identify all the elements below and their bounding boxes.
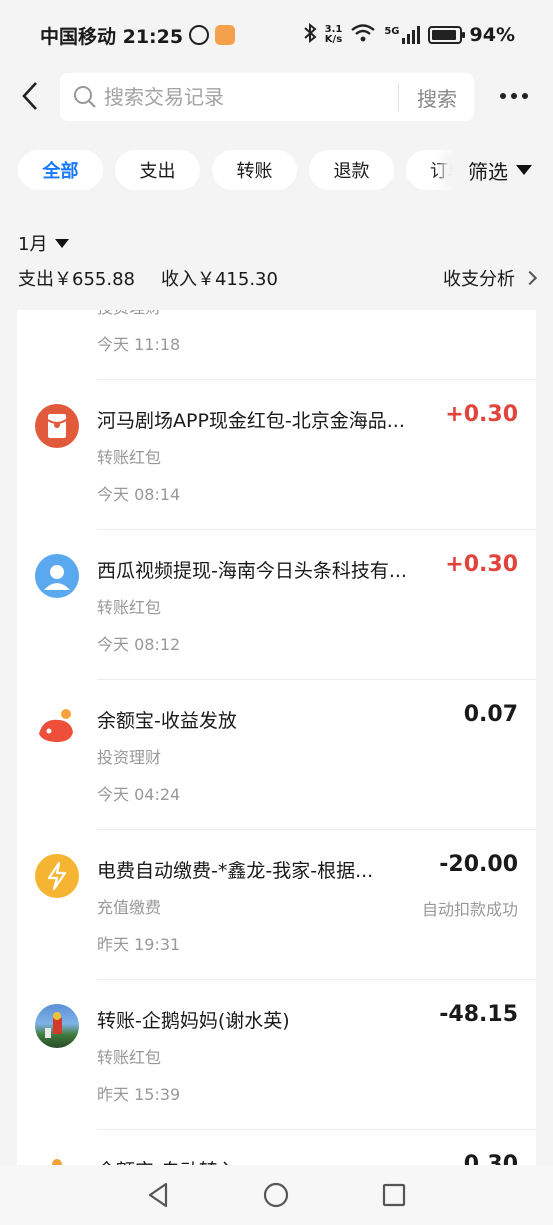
chevron-right-icon <box>522 270 538 286</box>
search-button[interactable]: 搜索 <box>399 83 474 112</box>
photo-avatar-icon <box>35 1004 79 1048</box>
chip-refund[interactable]: 退款 <box>309 150 394 190</box>
wifi-icon <box>350 23 376 48</box>
transaction-time: 昨天 15:39 <box>97 1085 181 1104</box>
search-header: 搜索 <box>0 70 553 124</box>
transaction-time: 今天 08:12 <box>97 635 181 654</box>
transaction-row[interactable]: 河马剧场APP现金红包-北京金海品... +0.30 转账红包 今天 08:14 <box>17 380 536 530</box>
transaction-category: 转账红包 <box>97 598 162 617</box>
transaction-amount: +0.30 <box>445 552 518 577</box>
month-selector[interactable]: 1月 <box>18 230 70 256</box>
transaction-category: 投资理财 <box>97 748 162 767</box>
dot-icon <box>511 93 517 99</box>
yuebao-icon <box>35 704 79 748</box>
notification-icon <box>189 25 210 45</box>
chip-transfer[interactable]: 转账 <box>212 150 297 190</box>
transaction-title: 西瓜视频提现-海南今日头条科技有... <box>97 560 407 582</box>
analysis-link[interactable]: 收支分析 <box>443 265 538 291</box>
nav-home-button[interactable] <box>263 1182 289 1208</box>
transaction-time: 今天 08:14 <box>97 485 181 504</box>
transaction-category: 充值缴费 <box>97 898 162 917</box>
chip-all[interactable]: 全部 <box>18 150 103 190</box>
signal-icon: 5G <box>384 26 420 44</box>
system-nav-bar <box>0 1165 553 1225</box>
filter-chips: 全部 支出 转账 退款 订单 筛选 <box>0 150 553 192</box>
lightning-icon <box>35 854 79 898</box>
more-options-button[interactable] <box>500 84 536 108</box>
transaction-list: 投资理财 今天 11:18 河马剧场APP现金红包-北京金海品... +0.30… <box>17 310 536 1166</box>
transaction-time: 昨天 19:31 <box>97 935 181 954</box>
transaction-amount: -48.15 <box>439 1002 518 1027</box>
transaction-title: 余额宝-收益发放 <box>97 710 237 732</box>
transaction-amount: -20.00 <box>439 852 518 877</box>
chevron-left-icon <box>22 82 37 110</box>
square-recents-icon <box>382 1183 406 1207</box>
chip-expense[interactable]: 支出 <box>115 150 200 190</box>
transaction-category: 转账红包 <box>97 448 162 467</box>
person-icon <box>35 554 79 598</box>
network-speed: 3.1 K/s <box>324 24 343 45</box>
transaction-amount: 0.07 <box>463 702 518 727</box>
nav-back-button[interactable] <box>145 1182 171 1208</box>
month-label: 1月 <box>18 234 48 255</box>
battery-icon <box>427 26 465 44</box>
transaction-row[interactable]: 转账-企鹅妈妈(谢水英) -48.15 转账红包 昨天 15:39 <box>17 980 536 1130</box>
transaction-status-note: 自动扣款成功 <box>421 900 518 919</box>
transaction-amount: +0.30 <box>445 402 518 427</box>
transaction-category: 转账红包 <box>97 1048 162 1067</box>
monthly-summary: 支出￥655.88 收入￥415.30 收支分析 <box>18 264 538 292</box>
triangle-back-icon <box>148 1182 168 1208</box>
transaction-title: 电费自动缴费-*鑫龙-我家-根据... <box>97 860 374 882</box>
status-bar: 中国移动 21:25 3.1 K/s 5G 94% <box>0 0 553 70</box>
transaction-time: 今天 04:24 <box>97 785 181 804</box>
transaction-row[interactable]: 投资理财 今天 11:18 <box>17 310 536 380</box>
circle-home-icon <box>263 1182 289 1208</box>
app-notification-icon <box>215 25 236 45</box>
transaction-title: 河马剧场APP现金红包-北京金海品... <box>97 410 405 432</box>
transaction-title: 转账-企鹅妈妈(谢水英) <box>97 1010 290 1032</box>
analysis-label: 收支分析 <box>443 269 515 290</box>
transaction-row[interactable]: 西瓜视频提现-海南今日头条科技有... +0.30 转账红包 今天 08:12 <box>17 530 536 680</box>
caret-down-icon <box>55 238 70 248</box>
back-button[interactable] <box>14 80 46 112</box>
filter-label: 筛选 <box>468 159 508 184</box>
search-icon <box>72 84 98 110</box>
transaction-amount: 0.30 <box>463 1152 518 1166</box>
transaction-category: 投资理财 <box>97 310 161 318</box>
transaction-row[interactable]: 余额宝-收益发放 0.07 投资理财 今天 04:24 <box>17 680 536 830</box>
caret-down-icon <box>516 165 532 175</box>
dot-icon <box>522 93 528 99</box>
red-envelope-icon <box>35 404 79 448</box>
search-box[interactable]: 搜索 <box>60 73 474 121</box>
dot-icon <box>500 93 506 99</box>
search-input[interactable] <box>104 85 374 109</box>
transaction-time: 今天 11:18 <box>97 335 181 354</box>
transaction-row[interactable]: 电费自动缴费-*鑫龙-我家-根据... -20.00 自动扣款成功 充值缴费 昨… <box>17 830 536 980</box>
transaction-row[interactable]: 余额宝-自动转入 0.30 <box>17 1130 536 1166</box>
expense-total: 支出￥655.88 <box>18 269 135 290</box>
income-total: 收入￥415.30 <box>160 269 278 290</box>
filter-button[interactable]: 筛选 <box>452 150 553 190</box>
bluetooth-icon <box>303 22 317 48</box>
nav-recents-button[interactable] <box>381 1182 407 1208</box>
battery-percent: 94% <box>469 24 515 46</box>
carrier-time: 中国移动 21:25 <box>40 25 184 48</box>
